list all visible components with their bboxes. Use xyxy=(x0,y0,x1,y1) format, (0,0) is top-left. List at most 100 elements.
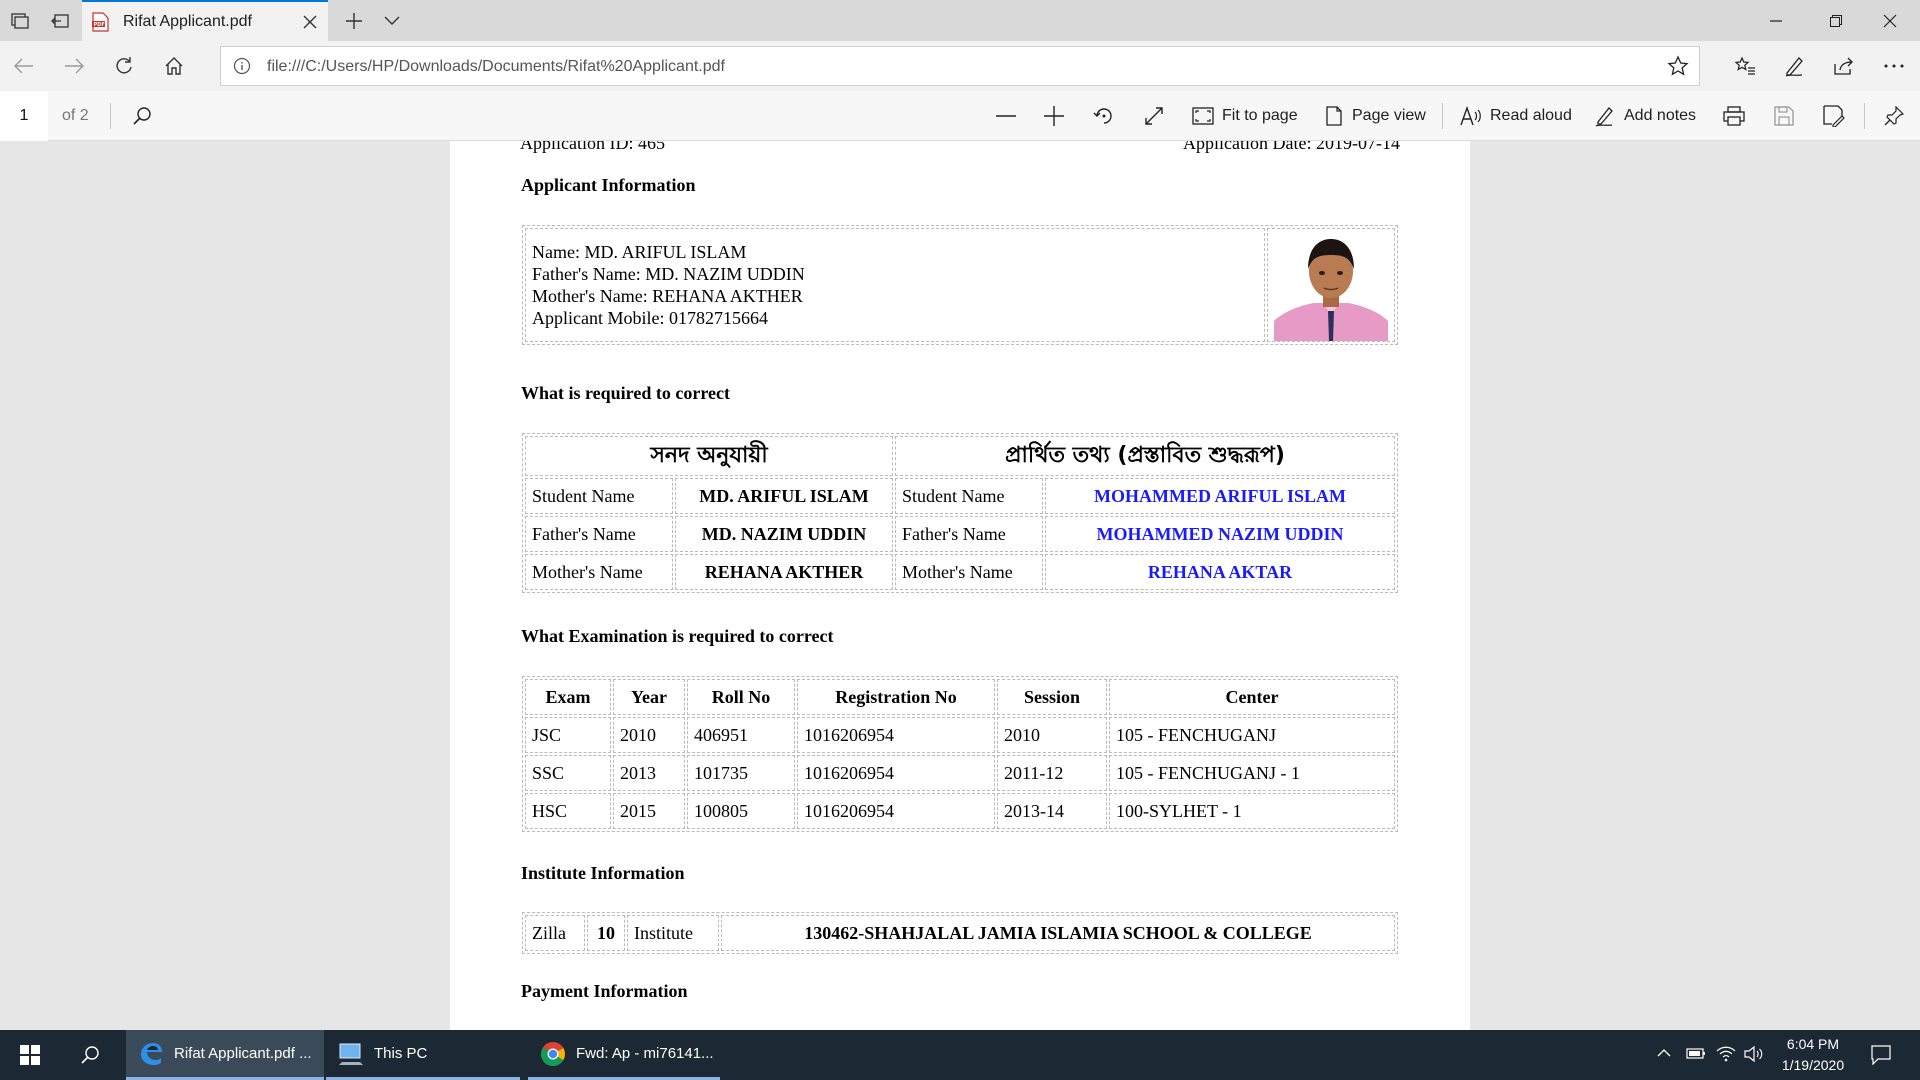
table-header-row: Exam Year Roll No Registration No Sessio… xyxy=(525,679,1395,715)
volume-icon[interactable] xyxy=(1744,1045,1764,1063)
page-view-label: Page view xyxy=(1352,107,1426,124)
row-label: Student Name xyxy=(525,478,673,514)
refresh-icon[interactable] xyxy=(104,46,144,86)
home-icon[interactable] xyxy=(154,46,194,86)
share-icon[interactable] xyxy=(1824,46,1864,86)
institute-label: Institute xyxy=(627,915,719,951)
exam-heading: What Examination is required to correct xyxy=(521,626,834,646)
table-cell: 100805 xyxy=(687,793,795,829)
row-label: Father's Name xyxy=(895,516,1043,552)
wifi-icon[interactable] xyxy=(1716,1045,1736,1063)
tab-actions-icon[interactable] xyxy=(0,0,40,41)
navigation-bar: file:///C:/Users/HP/Downloads/Documents/… xyxy=(0,41,1920,91)
add-notes-button[interactable]: Add notes xyxy=(1594,96,1696,136)
row-label: Student Name xyxy=(895,478,1043,514)
clock-date: 1/19/2020 xyxy=(1781,1057,1845,1073)
pen-notes-icon[interactable] xyxy=(1774,46,1814,86)
back-icon[interactable] xyxy=(4,46,44,86)
start-button[interactable] xyxy=(0,1030,60,1080)
fit-to-page-button[interactable]: Fit to page xyxy=(1192,96,1298,136)
rotate-icon[interactable] xyxy=(1084,96,1124,136)
read-aloud-button[interactable]: Read aloud xyxy=(1460,96,1572,136)
table-cell: 105 - FENCHUGANJ xyxy=(1109,717,1395,753)
applicant-father: Father's Name: MD. NAZIM UDDIN xyxy=(532,264,805,284)
photo-cell xyxy=(1267,228,1395,342)
forward-icon[interactable] xyxy=(54,46,94,86)
applicant-info-table: Name: MD. ARIFUL ISLAM Father's Name: MD… xyxy=(522,225,1398,345)
table-cell: SSC xyxy=(525,755,611,791)
zoom-out-icon[interactable] xyxy=(986,96,1026,136)
zilla-label: Zilla xyxy=(525,915,585,951)
row-label: Father's Name xyxy=(525,516,673,552)
battery-icon[interactable] xyxy=(1686,1045,1706,1061)
more-options-icon[interactable] xyxy=(1874,46,1914,86)
table-row: Zilla 10 Institute 130462-SHAHJALAL JAMI… xyxy=(525,915,1395,951)
favorite-star-icon[interactable] xyxy=(1667,55,1689,77)
pdf-page: Application ID: 465 Application Date: 20… xyxy=(450,141,1470,1030)
table-cell: HSC xyxy=(525,793,611,829)
taskbar-item-this-pc[interactable]: This PC xyxy=(326,1030,520,1080)
page-number-input[interactable]: 1 xyxy=(0,91,48,141)
table-cell: 2013 xyxy=(613,755,685,791)
restore-icon[interactable] xyxy=(1806,0,1866,41)
read-aloud-icon xyxy=(1460,106,1481,126)
notifications-icon[interactable] xyxy=(1870,1044,1892,1066)
close-tab-icon[interactable] xyxy=(292,4,328,40)
print-icon[interactable] xyxy=(1714,96,1754,136)
table-row: Father's Name MD. NAZIM UDDIN Father's N… xyxy=(525,516,1395,552)
info-icon[interactable] xyxy=(233,57,251,75)
row-label: Mother's Name xyxy=(525,554,673,590)
computer-icon xyxy=(339,1043,363,1065)
close-window-icon[interactable] xyxy=(1860,0,1920,41)
tab-preview-chevron-icon[interactable] xyxy=(372,0,412,41)
zoom-in-icon[interactable] xyxy=(1034,96,1074,136)
set-tabs-aside-icon[interactable] xyxy=(40,0,80,41)
save-icon[interactable] xyxy=(1764,96,1804,136)
current-value: REHANA AKTHER xyxy=(675,554,893,590)
favorites-list-icon[interactable] xyxy=(1725,46,1765,86)
pin-toolbar-icon[interactable] xyxy=(1874,96,1914,136)
svg-text:PDF: PDF xyxy=(94,22,105,28)
url-text[interactable]: file:///C:/Users/HP/Downloads/Documents/… xyxy=(267,58,725,76)
tab-rifat-applicant[interactable]: PDF Rifat Applicant.pdf xyxy=(82,0,328,41)
divider xyxy=(1442,103,1443,129)
table-cell: 100-SYLHET - 1 xyxy=(1109,793,1395,829)
page-view-button[interactable]: Page view xyxy=(1324,96,1426,136)
table-row: HSC 2015 100805 1016206954 2013-14 100-S… xyxy=(525,793,1395,829)
read-aloud-label: Read aloud xyxy=(1490,107,1572,124)
proposed-value: MOHAMMED NAZIM UDDIN xyxy=(1045,516,1395,552)
search-icon[interactable] xyxy=(124,96,160,136)
application-id: Application ID: 465 xyxy=(520,141,665,153)
taskbar: Rifat Applicant.pdf ... This PC Fwd: Ap … xyxy=(0,1030,1920,1080)
table-cell: 1016206954 xyxy=(797,755,995,791)
fit-to-page-icon xyxy=(1192,107,1214,125)
save-as-icon[interactable] xyxy=(1814,96,1854,136)
page-view-icon xyxy=(1326,106,1342,126)
table-cell: JSC xyxy=(525,717,611,753)
search-taskbar-button[interactable] xyxy=(62,1030,118,1080)
address-bar[interactable]: file:///C:/Users/HP/Downloads/Documents/… xyxy=(220,46,1700,86)
chrome-icon xyxy=(541,1041,565,1066)
minimize-icon[interactable] xyxy=(1746,0,1806,41)
divider xyxy=(110,103,111,129)
full-screen-icon[interactable] xyxy=(1134,96,1174,136)
taskbar-item-chrome[interactable]: Fwd: Ap - mi76141... xyxy=(528,1030,720,1080)
pdf-file-icon: PDF xyxy=(92,11,109,32)
tab-strip: PDF Rifat Applicant.pdf xyxy=(0,0,1920,41)
table-cell: 2011-12 xyxy=(997,755,1107,791)
pdf-viewer[interactable]: Application ID: 465 Application Date: 20… xyxy=(0,141,1920,1030)
show-hidden-icons-chevron-icon[interactable] xyxy=(1656,1045,1672,1061)
table-cell: 105 - FENCHUGANJ - 1 xyxy=(1109,755,1395,791)
table-cell: 406951 xyxy=(687,717,795,753)
system-clock[interactable]: 6:04 PM 1/19/2020 xyxy=(1768,1034,1858,1076)
taskbar-item-edge[interactable]: Rifat Applicant.pdf ... xyxy=(126,1030,324,1080)
new-tab-icon[interactable] xyxy=(334,0,374,41)
add-notes-icon xyxy=(1595,107,1613,127)
institute-heading: Institute Information xyxy=(521,863,685,883)
applicant-mobile: Applicant Mobile: 01782715664 xyxy=(532,308,768,328)
proposed-value: REHANA AKTAR xyxy=(1045,554,1395,590)
required-heading: What is required to correct xyxy=(521,383,730,403)
table-cell: 2013-14 xyxy=(997,793,1107,829)
table-cell: 2010 xyxy=(613,717,685,753)
proposed-value: MOHAMMED ARIFUL ISLAM xyxy=(1045,478,1395,514)
